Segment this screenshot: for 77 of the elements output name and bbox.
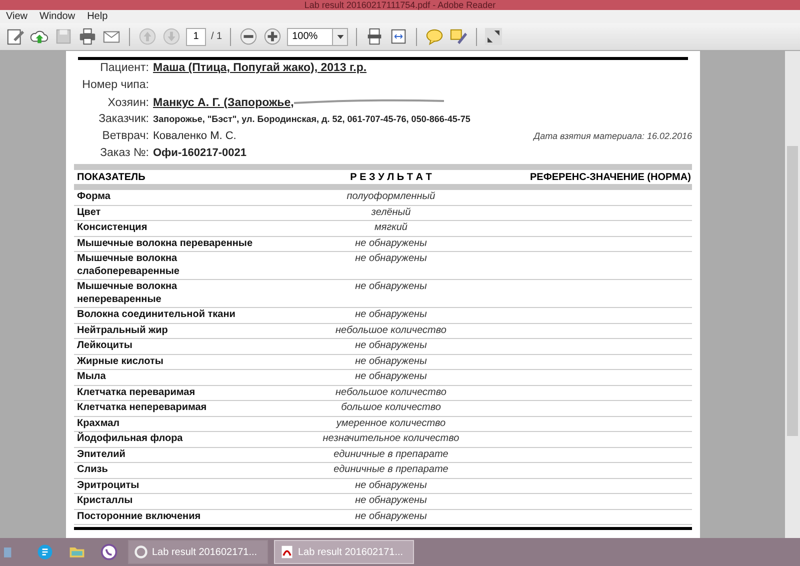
table-cell-text: не обнаружены <box>354 356 428 368</box>
field-value: Коваленко М. С. <box>153 130 236 142</box>
table-cell-text: Консистенция <box>76 222 148 234</box>
table-cell-text: не обнаружены <box>354 480 428 492</box>
zoom-out-icon[interactable] <box>239 27 258 46</box>
edit-document-icon[interactable] <box>6 27 25 46</box>
table-cell-text: не обнаружены <box>354 371 428 384</box>
field-label: Номер чипа: <box>81 79 150 91</box>
table-cell-text: небольшое количество <box>334 386 448 399</box>
field-value: Запорожье, "Бэст", ул. Бородинская, д. 52, 061-707-45-76, 050-866-45-75 <box>153 114 470 124</box>
table-cell-text: незначительное количество <box>322 433 460 446</box>
table-cell-text: мягкий <box>374 222 408 234</box>
table-cell-text: Клетчатка непереваримая <box>76 402 208 414</box>
caret-icon <box>336 34 344 38</box>
table-cell-text: не обнаружены <box>354 340 428 352</box>
table-cell-text: единичные в препарате <box>332 464 450 476</box>
table-cell-text: не обнаружены <box>354 281 428 294</box>
pdf-file-icon <box>280 545 294 559</box>
table-cell-text: не обнаружены <box>354 510 428 523</box>
table-cell-text: Волокна соединительной ткани <box>76 309 236 322</box>
table-cell-text: Лейкоциты <box>76 340 134 352</box>
sample-date: Дата взятия материала: 16.02.2016 <box>534 131 692 141</box>
table-cell-text: Слизь <box>76 464 109 476</box>
chat-bubble-icon[interactable] <box>36 543 54 561</box>
table-cell-text: зелёный <box>370 206 412 219</box>
zoom-dropdown[interactable]: 100% <box>287 28 348 46</box>
table-cell-text: Крахмал <box>76 418 121 430</box>
table-cell-text: Мышечные волокна переваренные <box>76 238 254 250</box>
menu-item[interactable]: Window <box>40 11 76 22</box>
print-icon[interactable] <box>78 27 97 46</box>
scrollbar[interactable] <box>785 51 800 538</box>
table-cell-text: Кристаллы <box>76 495 134 508</box>
table-cell-text: единичные в препарате <box>332 448 450 461</box>
menu-item[interactable]: View <box>6 11 28 22</box>
speech-bubble-icon[interactable] <box>425 27 444 46</box>
field-label: Ветврач: <box>101 130 150 142</box>
scroll-thumb[interactable] <box>787 146 798 436</box>
page-total: / 1 <box>211 31 222 42</box>
table-cell-text: полуоформленный <box>346 191 436 204</box>
column-header: РЕФЕРЕНС-ЗНАЧЕНИЕ (НОРМА) <box>529 172 692 182</box>
ring-icon <box>134 545 148 559</box>
field-label: Пациент: <box>99 62 150 74</box>
table-cell-text: большое количество <box>340 402 442 414</box>
field-value: Маша (Птица, Попугай жако), 2013 г.р. <box>153 62 367 74</box>
column-header: ПОКАЗАТЕЛЬ <box>76 172 146 182</box>
table-cell-text: Посторонние включения <box>76 510 202 523</box>
table-cell-text: Эритроциты <box>76 480 140 492</box>
table-cell-text: Клетчатка переваримая <box>76 386 196 399</box>
menu-item[interactable]: Help <box>87 11 108 22</box>
field-value: Офи-160217-0021 <box>153 147 246 159</box>
table-cell-text: не обнаружены <box>354 309 428 322</box>
table-cell-text: не обнаружены <box>354 238 428 250</box>
table-cell-text: Цвет <box>76 206 102 219</box>
fit-width-icon[interactable] <box>389 27 408 46</box>
column-header: Р Е З У Л Ь Т А Т <box>349 172 433 182</box>
table-cell-text: умеренное количество <box>334 418 447 430</box>
field-label: Заказ №: <box>99 147 150 159</box>
zoom-in-icon[interactable] <box>263 27 282 46</box>
phone-bubble-icon[interactable] <box>100 543 118 561</box>
table-cell-text: Мышечные волокна слабопереваренные <box>76 253 180 278</box>
table-cell-text: Жирные кислоты <box>76 356 164 368</box>
table-cell-text: небольшое количество <box>334 324 448 337</box>
field-label: Хозяин: <box>106 97 150 109</box>
table-cell-text: Нейтральный жир <box>76 324 169 337</box>
table-cell-text: Мышечные волокна непереваренные <box>76 281 178 306</box>
table-cell-text: Йодофильная флора <box>76 433 184 446</box>
table-cell-text: Мыла <box>76 371 107 384</box>
window-title: Lab result 20160217111754.pdf - Adobe Reader <box>304 0 496 10</box>
page-number-field[interactable]: 1 <box>186 28 206 46</box>
table-cell-text: Эпителий <box>76 448 126 461</box>
table-cell-text: Форма <box>76 191 112 204</box>
field-label: Заказчик: <box>98 113 150 125</box>
field-value: Манкус А. Г. (Запорожье, <box>153 97 294 109</box>
table-cell-text: не обнаружены <box>354 495 428 508</box>
table-cell-text: не обнаружены <box>354 253 428 266</box>
expand-icon[interactable] <box>485 28 502 45</box>
pencil-note-icon[interactable] <box>449 27 468 46</box>
